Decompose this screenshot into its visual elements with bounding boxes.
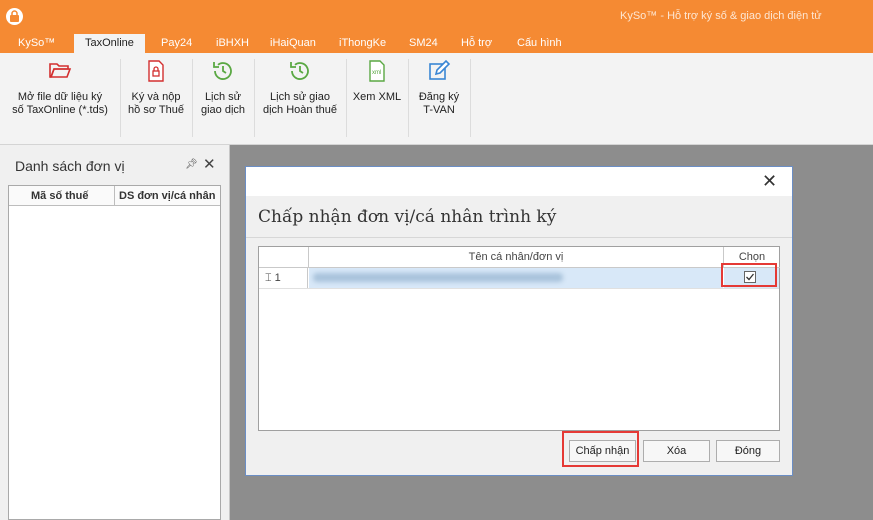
history-clock-icon xyxy=(211,59,235,85)
view-xml-label: Xem XML xyxy=(352,91,402,103)
signed-document-icon xyxy=(144,59,168,85)
accept-signer-dialog: ✕ Chấp nhận đơn vị/cá nhân trình ký Tên … xyxy=(245,166,793,476)
xml-file-icon: xml xyxy=(365,59,389,85)
register-tvan-button[interactable]: Đăng ký T-VAN xyxy=(412,59,466,117)
sign-submit-tax-button[interactable]: Ký và nộp hồ sơ Thuế xyxy=(124,59,188,117)
open-tds-file-button[interactable]: Mở file dữ liệu ký số TaxOnline (*.tds) xyxy=(6,59,114,117)
tab-pay24[interactable]: Pay24 xyxy=(150,34,203,53)
unit-list-panel: Danh sách đơn vị 📌︎ ✕ Mã số thuế DS đơn … xyxy=(0,145,230,520)
column-name-header[interactable]: Tên cá nhân/đơn vị xyxy=(309,247,724,268)
row-cursor-icon: ⌶ xyxy=(265,272,272,284)
svg-text:xml: xml xyxy=(372,70,381,76)
table-row[interactable]: ⌶ 1 xyxy=(259,268,779,289)
register-tvan-label-1: Đăng ký xyxy=(418,91,460,103)
edit-register-icon xyxy=(427,59,451,85)
ribbon-divider xyxy=(470,59,471,137)
column-unit-name[interactable]: DS đơn vị/cá nhân xyxy=(115,186,220,206)
sign-submit-label-1: Ký và nộp xyxy=(131,91,181,103)
window-title: KySo™ - Hỗ trợ ký số & giao dịch điện tử xyxy=(620,10,822,22)
unit-list-grid[interactable]: Mã số thuế DS đơn vị/cá nhân xyxy=(8,185,221,520)
tab-ho-tro[interactable]: Hỗ trợ xyxy=(450,34,503,53)
signer-name-cell[interactable] xyxy=(309,268,723,288)
close-icon[interactable]: ✕ xyxy=(203,155,216,173)
row-indicator: ⌶ 1 xyxy=(259,268,308,288)
refund-history-icon xyxy=(288,59,312,85)
refund-history-label-1: Lịch sử giao xyxy=(270,91,330,103)
column-tax-code[interactable]: Mã số thuế xyxy=(9,186,115,206)
tab-kyso[interactable]: KySo™ xyxy=(7,34,66,53)
transaction-history-label-2: giao dịch xyxy=(200,104,246,116)
sign-submit-label-2: hồ sơ Thuế xyxy=(128,104,184,116)
refund-history-label-2: dịch Hoàn thuế xyxy=(263,104,337,116)
ribbon-divider xyxy=(408,59,409,137)
signer-grid: Tên cá nhân/đơn vị Chọn ⌶ 1 xyxy=(258,246,780,431)
folder-open-icon xyxy=(48,59,72,85)
blurred-name xyxy=(313,273,563,282)
tab-ibhxh[interactable]: iBHXH xyxy=(205,34,260,53)
row-header-corner xyxy=(259,247,309,268)
ribbon-toolbar: Mở file dữ liệu ký số TaxOnline (*.tds) … xyxy=(0,53,873,145)
pin-icon[interactable]: 📌︎ xyxy=(185,159,198,170)
unit-list-title: Danh sách đơn vị xyxy=(15,158,125,174)
close-button[interactable]: Đóng xyxy=(716,440,780,462)
register-tvan-label-2: T-VAN xyxy=(423,104,455,116)
tab-sm24[interactable]: SM24 xyxy=(398,34,449,53)
transaction-history-label-1: Lịch sử xyxy=(204,91,242,103)
tab-cau-hinh[interactable]: Cấu hình xyxy=(506,34,573,53)
dialog-title-bar: ✕ xyxy=(246,167,792,196)
ribbon-divider xyxy=(192,59,193,137)
accept-button-highlight xyxy=(562,431,639,467)
dialog-title: Chấp nhận đơn vị/cá nhân trình ký xyxy=(258,207,557,227)
ribbon-divider xyxy=(254,59,255,137)
ribbon-tab-bar: KySo™ TaxOnline Pay24 iBHXH iHaiQuan iTh… xyxy=(0,34,873,53)
transaction-history-button[interactable]: Lịch sử giao dịch xyxy=(196,59,250,117)
ribbon-divider xyxy=(346,59,347,137)
tab-ihaiquan[interactable]: iHaiQuan xyxy=(259,34,327,53)
title-bar: KySo™ - Hỗ trợ ký số & giao dịch điện tử xyxy=(0,0,873,34)
tab-ithongke[interactable]: iThongKe xyxy=(328,34,397,53)
unit-list-header: Danh sách đơn vị 📌︎ ✕ xyxy=(0,145,229,185)
row-number: 1 xyxy=(274,272,281,284)
ribbon-divider xyxy=(120,59,121,137)
view-xml-button[interactable]: xml Xem XML xyxy=(350,59,404,104)
tab-taxonline[interactable]: TaxOnline xyxy=(74,34,145,53)
open-tds-label-2: số TaxOnline (*.tds) xyxy=(12,104,108,116)
dialog-divider xyxy=(246,237,792,238)
app-lock-icon[interactable] xyxy=(6,8,23,25)
open-tds-label-1: Mở file dữ liệu ký xyxy=(17,91,103,103)
delete-button[interactable]: Xóa xyxy=(643,440,710,462)
refund-history-button[interactable]: Lịch sử giao dịch Hoàn thuế xyxy=(258,59,342,117)
dialog-close-icon[interactable]: ✕ xyxy=(762,171,777,192)
checkbox-highlight xyxy=(721,263,777,287)
